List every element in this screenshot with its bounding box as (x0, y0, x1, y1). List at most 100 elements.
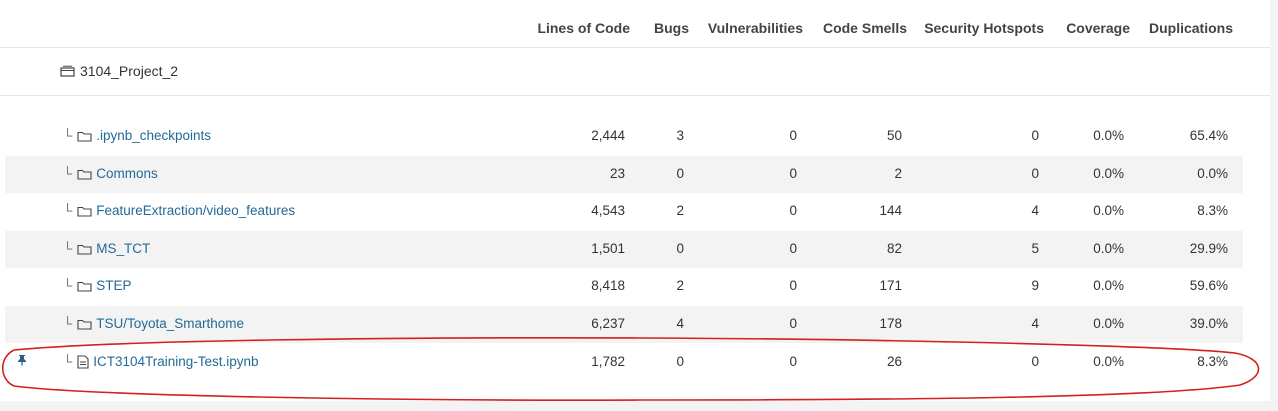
folder-link[interactable]: STEP (96, 278, 131, 293)
cell-lines-of-code[interactable]: 1,501 (591, 241, 625, 256)
tree-branch-icon: └ (63, 316, 73, 331)
cell-security-hotspots[interactable]: 4 (1031, 203, 1039, 218)
cell-vulnerabilities[interactable]: 0 (789, 166, 797, 181)
folder-icon (77, 280, 92, 292)
cell-code-smells[interactable]: 50 (887, 128, 902, 143)
cell-bugs[interactable]: 2 (676, 278, 684, 293)
cell-vulnerabilities[interactable]: 0 (789, 203, 797, 218)
project-row: 3104_Project_2 (0, 47, 1270, 96)
col-duplications[interactable]: Duplications (1149, 20, 1233, 36)
file-icon (77, 354, 89, 369)
cell-code-smells[interactable]: 171 (879, 278, 902, 293)
component-measures-panel: Lines of Code Bugs Vulnerabilities Code … (0, 0, 1270, 411)
table-row[interactable]: └ FeatureExtraction/video_features 4,543 2 0… (5, 193, 1243, 230)
col-lines-of-code[interactable]: Lines of Code (537, 20, 630, 36)
cell-coverage[interactable]: 0.0% (1093, 278, 1124, 293)
table-row[interactable]: └ TSU/Toyota_Smarthome 6,237 4 0 178 4 0.0% 39.0… (5, 306, 1243, 343)
tree-branch-icon: └ (63, 203, 73, 218)
scrollbar-track[interactable] (1270, 0, 1278, 411)
tree-branch-icon: └ (63, 128, 73, 143)
table-row[interactable]: └ .ipynb_checkpoints 2,444 3 0 50 0 0.0% 65.4% (5, 118, 1243, 155)
cell-bugs[interactable]: 2 (676, 203, 684, 218)
folder-icon (77, 168, 92, 180)
cell-bugs[interactable]: 0 (676, 166, 684, 181)
cell-security-hotspots[interactable]: 9 (1031, 278, 1039, 293)
cell-security-hotspots[interactable]: 0 (1031, 166, 1039, 181)
col-code-smells[interactable]: Code Smells (823, 20, 907, 36)
cell-bugs[interactable]: 4 (676, 316, 684, 331)
cell-coverage[interactable]: 0.0% (1093, 316, 1124, 331)
cell-lines-of-code[interactable]: 2,444 (591, 128, 625, 143)
cell-vulnerabilities[interactable]: 0 (789, 354, 797, 369)
cell-security-hotspots[interactable]: 0 (1031, 354, 1039, 369)
cell-duplications[interactable]: 0.0% (1197, 166, 1228, 181)
cell-duplications[interactable]: 8.3% (1197, 354, 1228, 369)
cell-security-hotspots[interactable]: 4 (1031, 316, 1039, 331)
folder-icon (77, 318, 92, 330)
cell-coverage[interactable]: 0.0% (1093, 166, 1124, 181)
table-row[interactable]: └ Commons 23 0 0 2 0 0.0% 0.0% (5, 156, 1243, 193)
cell-coverage[interactable]: 0.0% (1093, 241, 1124, 256)
cell-duplications[interactable]: 8.3% (1197, 203, 1228, 218)
cell-duplications[interactable]: 65.4% (1190, 128, 1228, 143)
cell-code-smells[interactable]: 26 (887, 354, 902, 369)
cell-coverage[interactable]: 0.0% (1093, 354, 1124, 369)
cell-duplications[interactable]: 29.9% (1190, 241, 1228, 256)
project-icon (60, 65, 75, 77)
cell-security-hotspots[interactable]: 0 (1031, 128, 1039, 143)
folder-icon (77, 205, 92, 217)
cell-name: └ TSU/Toyota_Smarthome (63, 316, 244, 331)
col-coverage[interactable]: Coverage (1066, 20, 1130, 36)
cell-name: └ ICT3104Training-Test.ipynb (63, 354, 259, 369)
cell-name: └ .ipynb_checkpoints (63, 128, 211, 143)
cell-vulnerabilities[interactable]: 0 (789, 241, 797, 256)
table-row[interactable]: └ MS_TCT 1,501 0 0 82 5 0.0% 29.9% (5, 231, 1243, 268)
cell-vulnerabilities[interactable]: 0 (789, 316, 797, 331)
cell-lines-of-code[interactable]: 1,782 (591, 354, 625, 369)
col-bugs[interactable]: Bugs (654, 20, 689, 36)
folder-link[interactable]: FeatureExtraction/video_features (96, 203, 295, 218)
cell-lines-of-code[interactable]: 6,237 (591, 316, 625, 331)
cell-name: └ STEP (63, 278, 131, 293)
cell-name: └ MS_TCT (63, 241, 150, 256)
cell-name: └ FeatureExtraction/video_features (63, 203, 295, 218)
folder-link[interactable]: MS_TCT (96, 241, 150, 256)
project-label: 3104_Project_2 (60, 63, 178, 79)
file-link[interactable]: ICT3104Training-Test.ipynb (93, 354, 258, 369)
folder-icon (77, 243, 92, 255)
col-vulnerabilities[interactable]: Vulnerabilities (708, 20, 803, 36)
cell-bugs[interactable]: 3 (676, 128, 684, 143)
folder-link[interactable]: TSU/Toyota_Smarthome (96, 316, 244, 331)
cell-security-hotspots[interactable]: 5 (1031, 241, 1039, 256)
cell-lines-of-code[interactable]: 4,543 (591, 203, 625, 218)
cell-vulnerabilities[interactable]: 0 (789, 278, 797, 293)
folder-icon (77, 130, 92, 142)
tree-branch-icon: └ (63, 241, 73, 256)
cell-code-smells[interactable]: 82 (887, 241, 902, 256)
cell-lines-of-code[interactable]: 23 (610, 166, 625, 181)
table-row[interactable]: └ STEP 8,418 2 0 171 9 0.0% 59.6% (5, 268, 1243, 305)
cell-lines-of-code[interactable]: 8,418 (591, 278, 625, 293)
folder-link[interactable]: .ipynb_checkpoints (96, 128, 211, 143)
tree-branch-icon: └ (63, 166, 73, 181)
cell-code-smells[interactable]: 2 (894, 166, 902, 181)
col-security-hotspots[interactable]: Security Hotspots (924, 20, 1044, 36)
folder-link[interactable]: Commons (96, 166, 158, 181)
table-header: Lines of Code Bugs Vulnerabilities Code … (0, 0, 1270, 48)
cell-code-smells[interactable]: 144 (879, 203, 902, 218)
cell-coverage[interactable]: 0.0% (1093, 203, 1124, 218)
cell-bugs[interactable]: 0 (676, 241, 684, 256)
cell-code-smells[interactable]: 178 (879, 316, 902, 331)
tree-branch-icon: └ (63, 278, 73, 293)
cell-duplications[interactable]: 39.0% (1190, 316, 1228, 331)
tree-branch-icon: └ (63, 354, 73, 369)
project-name: 3104_Project_2 (80, 63, 179, 79)
cell-coverage[interactable]: 0.0% (1093, 128, 1124, 143)
pin-icon[interactable] (17, 353, 27, 371)
cell-vulnerabilities[interactable]: 0 (789, 128, 797, 143)
cell-bugs[interactable]: 0 (676, 354, 684, 369)
panel-footer-strip (0, 401, 1278, 411)
cell-duplications[interactable]: 59.6% (1190, 278, 1228, 293)
cell-name: └ Commons (63, 166, 158, 181)
table-row[interactable]: └ ICT3104Training-Test.ipynb 1,782 0 0 26 0 0.0… (5, 344, 1243, 381)
